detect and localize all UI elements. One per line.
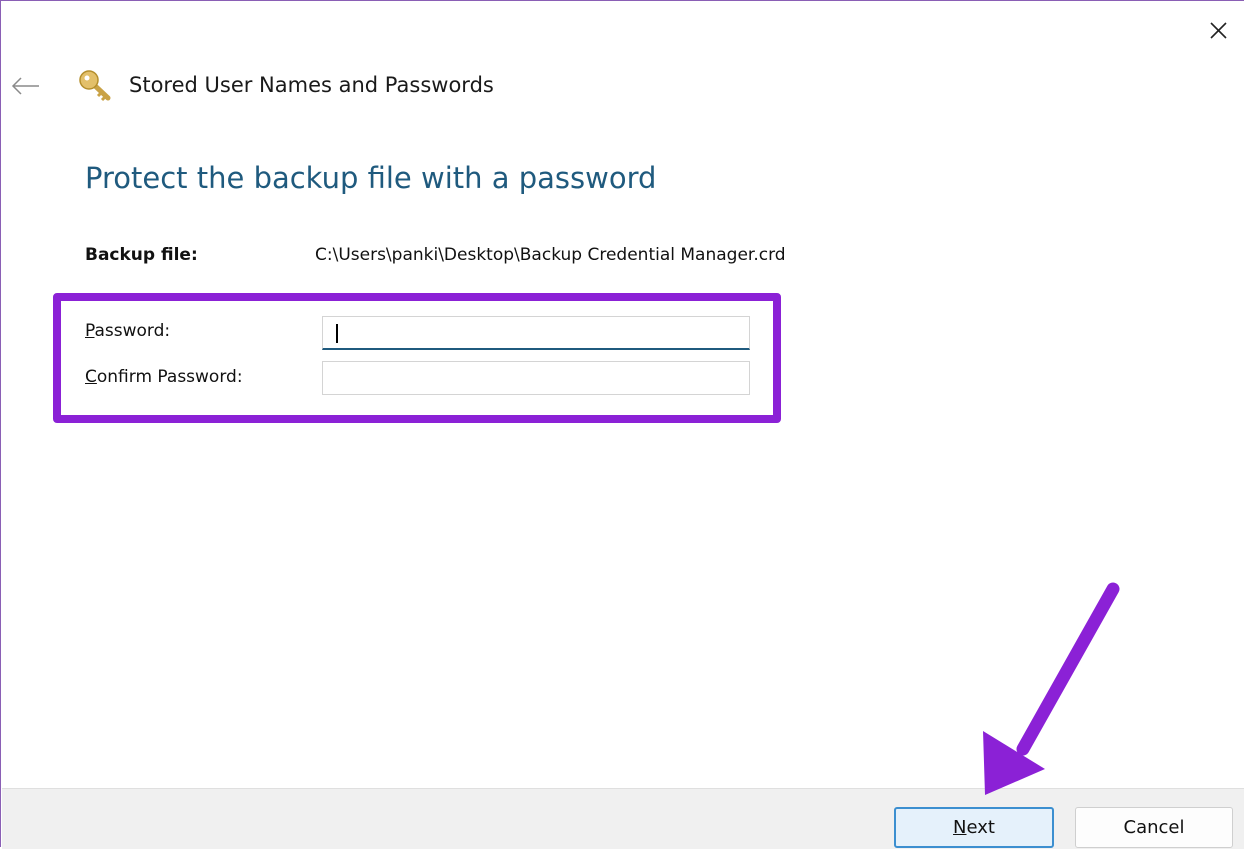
backup-file-path: C:\Users\panki\Desktop\Backup Credential… <box>315 245 786 265</box>
back-arrow-icon <box>11 77 39 95</box>
next-button-accel: N <box>953 817 967 838</box>
close-button[interactable] <box>1201 13 1235 47</box>
footer-bar <box>2 788 1244 849</box>
arrow-annotation <box>983 582 1120 795</box>
next-button-rest: ext <box>966 817 995 838</box>
highlight-annotation <box>53 293 781 423</box>
backup-file-label: Backup file: <box>85 245 198 265</box>
next-button[interactable]: Next <box>894 807 1054 848</box>
cancel-button[interactable]: Cancel <box>1075 807 1233 848</box>
key-icon <box>77 68 117 104</box>
close-icon <box>1210 22 1227 39</box>
wizard-title: Stored User Names and Passwords <box>129 73 494 97</box>
back-button[interactable] <box>9 71 43 101</box>
wizard-window: Stored User Names and Passwords Protect … <box>0 0 1244 849</box>
page-heading: Protect the backup file with a password <box>85 161 657 195</box>
